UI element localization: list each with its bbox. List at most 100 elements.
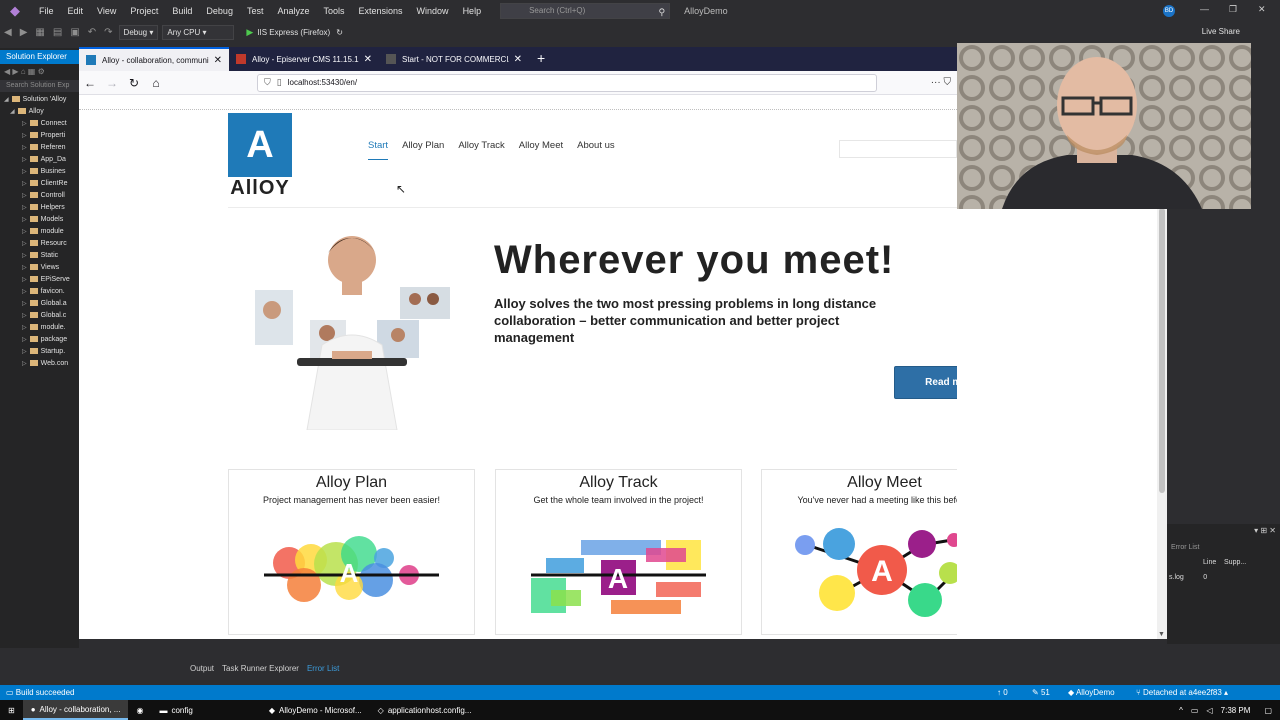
expand-arrow-icon[interactable]: ◢	[10, 109, 15, 115]
branch-indicator[interactable]: ⑂ Detached at a4ee2f83 ▴	[1136, 685, 1228, 700]
new-tab-icon[interactable]: +	[529, 47, 553, 71]
close-tab-icon[interactable]: ✕	[514, 54, 522, 65]
solution-tree-item[interactable]: ▷ Connect	[0, 118, 79, 130]
menu-tools[interactable]: Tools	[317, 0, 352, 22]
expand-arrow-icon[interactable]: ▷	[22, 193, 27, 199]
tracking-shield-icon[interactable]: ⛉	[264, 77, 271, 88]
browser-tab-start[interactable]: Start - NOT FOR COMMERCIAL ✕	[379, 47, 529, 71]
tray-overflow-icon[interactable]: ^	[1179, 706, 1183, 715]
expand-arrow-icon[interactable]: ▷	[22, 169, 27, 175]
solution-tree-item[interactable]: ▷ Global.a	[0, 298, 79, 310]
solution-tree-item[interactable]: ▷ favicon.	[0, 286, 79, 298]
read-more-button[interactable]: Read more	[894, 366, 957, 399]
back-icon[interactable]: ◀	[0, 27, 16, 38]
menu-help[interactable]: Help	[456, 0, 489, 22]
menu-test[interactable]: Test	[240, 0, 271, 22]
expand-arrow-icon[interactable]: ▷	[22, 145, 27, 151]
run-button[interactable]: ▶ IIS Express (Firefox) ↻	[246, 27, 343, 38]
nav-start[interactable]: Start	[368, 140, 389, 160]
taskbar-explorer[interactable]: ▬ config	[151, 700, 200, 720]
page-scrollbar[interactable]: ▼	[1157, 208, 1167, 639]
expand-arrow-icon[interactable]: ▷	[22, 337, 27, 343]
expand-arrow-icon[interactable]: ▷	[22, 229, 27, 235]
solution-tree-item[interactable]: ▷ Startup.	[0, 346, 79, 358]
expand-arrow-icon[interactable]: ▷	[22, 277, 27, 283]
home-icon[interactable]: ⌂	[145, 76, 167, 90]
browser-tab-episerver[interactable]: Alloy - Episerver CMS 11.15.1.0 ✕	[229, 47, 379, 71]
expand-arrow-icon[interactable]: ◢	[4, 97, 9, 103]
solution-tree-item[interactable]: ▷ Properti	[0, 130, 79, 142]
solution-search-input[interactable]: Search Solution Exp	[0, 80, 79, 92]
repo-name[interactable]: ◆ AlloyDemo	[1068, 685, 1115, 700]
scrollbar-thumb[interactable]	[1159, 208, 1165, 493]
expand-arrow-icon[interactable]: ▷	[22, 205, 27, 211]
menu-extensions[interactable]: Extensions	[352, 0, 410, 22]
platform-select[interactable]: Any CPU ▾	[162, 24, 235, 40]
error-row[interactable]: s.log 0	[1167, 574, 1280, 581]
solution-tree-item[interactable]: ▷ module.	[0, 322, 79, 334]
expand-arrow-icon[interactable]: ▷	[22, 349, 27, 355]
nav-alloy-meet[interactable]: Alloy Meet	[519, 140, 563, 160]
vs-search-input[interactable]: Search (Ctrl+Q) ⚲	[500, 3, 671, 19]
solution-tree-item[interactable]: ▷ Busines	[0, 166, 79, 178]
save-icon[interactable]: ▣	[66, 27, 83, 38]
expand-arrow-icon[interactable]: ▷	[22, 289, 27, 295]
card-alloy-meet[interactable]: Alloy Meet You've never had a meeting li…	[761, 469, 957, 635]
restore-icon[interactable]: ❐	[1229, 4, 1237, 15]
expand-arrow-icon[interactable]: ▷	[22, 217, 27, 223]
refresh-icon[interactable]: ↻	[336, 28, 343, 37]
solution-tree-item[interactable]: ▷ Resourc	[0, 238, 79, 250]
close-tab-icon[interactable]: ✕	[364, 54, 372, 65]
solution-tree-item[interactable]: ▷ Views	[0, 262, 79, 274]
site-search-input[interactable]	[839, 140, 957, 158]
solution-tree-item[interactable]: ▷ package	[0, 334, 79, 346]
user-avatar[interactable]: BD	[1163, 5, 1175, 17]
menu-project[interactable]: Project	[123, 0, 165, 22]
expand-arrow-icon[interactable]: ▷	[22, 253, 27, 259]
url-bar[interactable]: ⛉ ▯ localhost:53430/en/	[257, 73, 877, 92]
start-button-icon[interactable]: ⊞	[0, 700, 23, 720]
forward-icon[interactable]: ▶	[16, 27, 32, 38]
tab-error-list[interactable]: Error List	[307, 664, 339, 673]
solution-tree-item[interactable]: ◢ Alloy	[0, 106, 79, 118]
push-count[interactable]: ↑ 0	[997, 685, 1008, 700]
solution-tree-item[interactable]: ▷ EPiServe	[0, 274, 79, 286]
expand-arrow-icon[interactable]: ▷	[22, 301, 27, 307]
reload-icon[interactable]: ↻	[123, 76, 145, 90]
taskbar-visual-studio[interactable]: ◆ AlloyDemo - Microsof...	[261, 700, 370, 720]
nav-about-us[interactable]: About us	[577, 140, 615, 160]
pending-changes[interactable]: ✎ 51	[1032, 685, 1050, 700]
solution-tree-item[interactable]: ▷ ClientRe	[0, 178, 79, 190]
menu-file[interactable]: File	[32, 0, 61, 22]
alloy-logo[interactable]: A AllOY	[228, 113, 292, 199]
menu-edit[interactable]: Edit	[61, 0, 91, 22]
browser-tab-alloy[interactable]: Alloy - collaboration, communi ✕	[79, 47, 229, 71]
solution-tree-item[interactable]: ▷ Helpers	[0, 202, 79, 214]
solution-tree-item[interactable]: ▷ App_Da	[0, 154, 79, 166]
new-project-icon[interactable]: ▦	[31, 27, 48, 38]
tab-output[interactable]: Output	[190, 664, 214, 673]
scroll-down-icon[interactable]: ▼	[1158, 631, 1165, 638]
solution-tree-item[interactable]: ▷ module	[0, 226, 79, 238]
nav-alloy-plan[interactable]: Alloy Plan	[402, 140, 444, 160]
expand-arrow-icon[interactable]: ▷	[22, 265, 27, 271]
close-tab-icon[interactable]: ✕	[214, 55, 222, 66]
expand-arrow-icon[interactable]: ▷	[22, 181, 27, 187]
taskbar-firefox[interactable]: ● Alloy - collaboration, ...	[22, 700, 129, 720]
menu-window[interactable]: Window	[410, 0, 456, 22]
minimize-icon[interactable]: —	[1200, 4, 1209, 14]
expand-arrow-icon[interactable]: ▷	[22, 361, 27, 367]
column-suppression[interactable]: Supp...	[1224, 559, 1246, 566]
undo-icon[interactable]: ↶	[84, 27, 100, 38]
back-arrow-icon[interactable]: ←	[79, 76, 101, 90]
volume-icon[interactable]: ◁	[1206, 706, 1212, 715]
solution-tree-item[interactable]: ▷ Referen	[0, 142, 79, 154]
expand-arrow-icon[interactable]: ▷	[22, 325, 27, 331]
solution-tree-item[interactable]: ◢ Solution 'Alloy	[0, 94, 79, 106]
network-icon[interactable]: ▭	[1191, 706, 1199, 715]
expand-arrow-icon[interactable]: ▷	[22, 313, 27, 319]
menu-build[interactable]: Build	[165, 0, 199, 22]
expand-arrow-icon[interactable]: ▷	[22, 241, 27, 247]
expand-arrow-icon[interactable]: ▷	[22, 157, 27, 163]
close-icon[interactable]: ✕	[1258, 4, 1266, 15]
